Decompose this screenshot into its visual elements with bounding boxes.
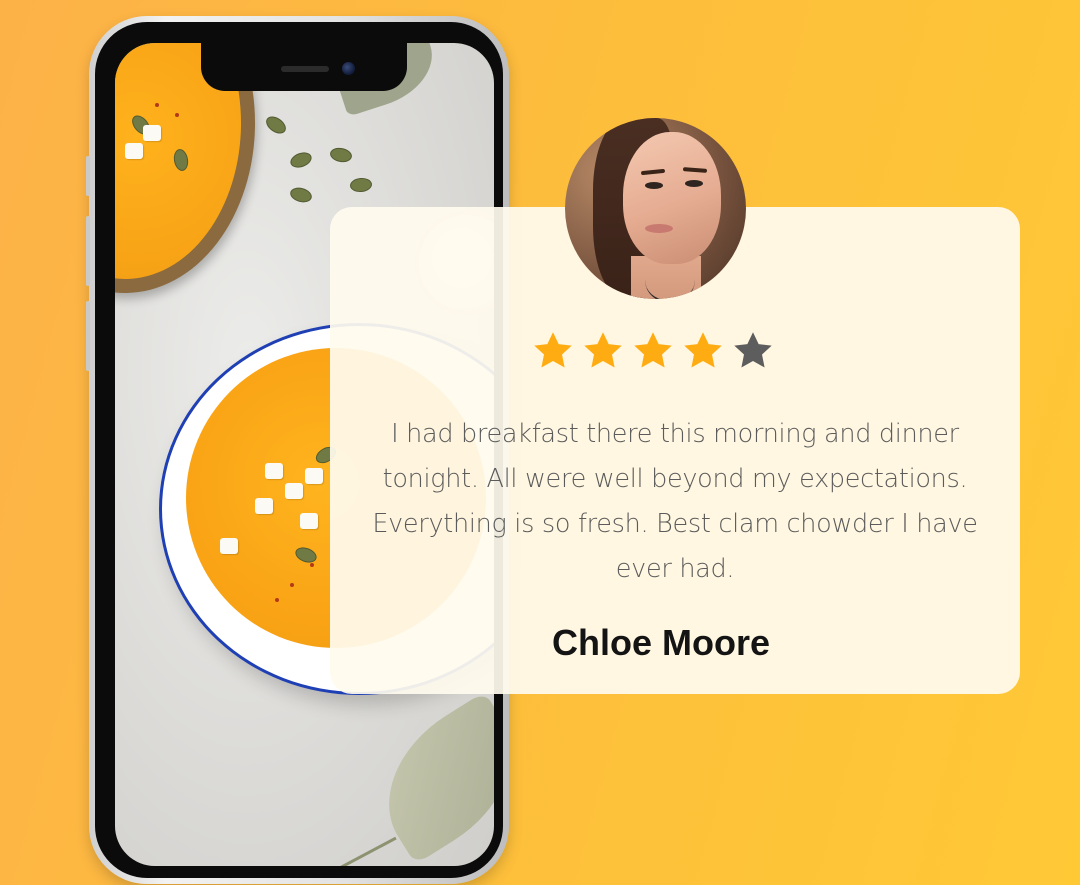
star-icon-5 [734,332,772,368]
pumpkin-seed [288,149,314,171]
phone-volume-down-button [86,301,90,371]
paprika-speck [310,563,314,567]
pumpkin-seed [288,185,314,205]
avatar-lips [645,224,673,233]
cheese-cube [143,125,161,141]
phone-mute-button [86,156,90,196]
pumpkin-seed [262,112,290,138]
phone-notch [201,39,407,91]
review-text: I had breakfast there this morning and d… [372,419,978,584]
avatar-necklace [645,280,695,299]
avatar-eye [685,180,703,187]
cheese-cube [285,483,303,499]
cheese-cube [300,513,318,529]
cheese-cube [255,498,273,514]
cheese-cube [305,468,323,484]
avatar-face [623,132,721,264]
pumpkin-seed [328,146,354,164]
cheese-cube [265,463,283,479]
paprika-speck [175,113,179,117]
star-icon-4 [684,332,722,368]
cheese-cube [125,143,143,159]
star-icon-2 [584,332,622,368]
reviewer-avatar [565,118,746,299]
pumpkin-seed [349,177,373,193]
avatar-eye [645,182,663,189]
star-rating [530,328,780,376]
cheese-cube [220,538,238,554]
leaf-decoration [357,691,494,865]
star-icon-3 [634,332,672,368]
reviewer-name: Chloe Moore [551,622,770,663]
phone-volume-up-button [86,216,90,286]
speaker-grille [281,66,329,72]
paprika-speck [155,103,159,107]
leaf-stem [333,836,397,866]
front-camera-icon [342,62,355,75]
paprika-speck [275,598,279,602]
paprika-speck [290,583,294,587]
star-icon-1 [534,332,572,368]
